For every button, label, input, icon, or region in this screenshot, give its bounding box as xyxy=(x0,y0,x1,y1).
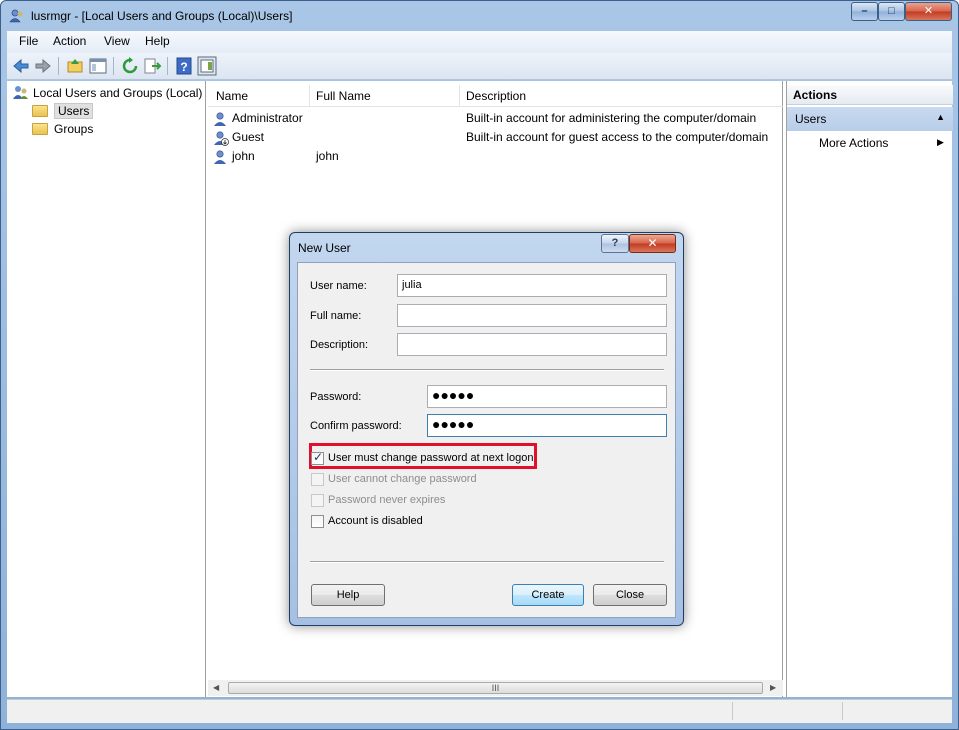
tree-item-groups[interactable]: Groups xyxy=(32,120,93,138)
column-divider[interactable] xyxy=(309,85,310,107)
title-bar[interactable]: lusrmgr - [Local Users and Groups (Local… xyxy=(1,1,958,31)
back-arrow-icon[interactable] xyxy=(11,56,31,76)
user-name-field[interactable]: julia xyxy=(397,274,667,297)
tree-root-label: Local Users and Groups (Local) xyxy=(33,86,203,100)
menu-file[interactable]: File xyxy=(19,34,38,48)
description-cell: Built-in account for administering the c… xyxy=(466,111,757,125)
user-name-cell: Guest xyxy=(232,130,265,144)
account-disabled-label[interactable]: Account is disabled xyxy=(328,515,423,527)
create-button[interactable]: Create xyxy=(512,584,584,606)
description-label: Description: xyxy=(310,339,369,351)
password-never-expires-label: Password never expires xyxy=(328,494,446,506)
password-never-expires-checkbox[interactable] xyxy=(311,494,324,507)
password-field[interactable]: ●●●●● xyxy=(427,385,667,408)
confirm-password-field[interactable]: ●●●●● xyxy=(427,414,667,437)
toolbar-separator xyxy=(113,57,114,75)
password-label: Password: xyxy=(310,391,362,403)
column-divider[interactable] xyxy=(459,85,460,107)
description-field[interactable] xyxy=(397,333,667,356)
actions-section-label: Users xyxy=(795,112,827,126)
collapse-up-icon[interactable]: ▲ xyxy=(936,112,945,122)
submenu-arrow-icon: ▶ xyxy=(937,137,944,147)
close-window-button[interactable]: ✕ xyxy=(905,2,952,21)
refresh-icon[interactable] xyxy=(120,56,140,76)
description-cell: Built-in account for guest access to the… xyxy=(466,130,769,144)
scroll-left-icon[interactable]: ◀ xyxy=(213,683,219,692)
actions-section-users[interactable]: Users ▲ xyxy=(787,107,953,131)
help-button[interactable]: Help xyxy=(311,584,385,606)
disabled-user-icon xyxy=(214,131,229,146)
scroll-right-icon[interactable]: ▶ xyxy=(770,683,776,692)
scrollbar-thumb[interactable]: III xyxy=(228,682,763,694)
horizontal-scrollbar[interactable]: ◀ III ▶ xyxy=(208,680,783,696)
svg-text:?: ? xyxy=(180,60,187,74)
actions-pane: Actions Users ▲ More Actions ▶ xyxy=(786,81,953,697)
new-user-dialog: New User ? ✕ User name: julia Full name:… xyxy=(289,232,684,626)
actions-header: Actions xyxy=(787,85,953,105)
users-group-icon xyxy=(13,86,28,99)
table-row[interactable]: john john xyxy=(208,147,783,166)
show-action-pane-icon[interactable] xyxy=(197,56,217,76)
export-list-icon[interactable] xyxy=(142,56,162,76)
table-row[interactable]: Administrator Built-in account for admin… xyxy=(208,109,783,128)
column-header-description[interactable]: Description xyxy=(466,89,526,103)
close-button[interactable]: Close xyxy=(593,584,667,606)
table-row[interactable]: Guest Built-in account for guest access … xyxy=(208,128,783,147)
column-header-full-name[interactable]: Full Name xyxy=(316,89,371,103)
status-bar xyxy=(7,699,952,723)
confirm-password-label: Confirm password: xyxy=(310,420,402,432)
must-change-password-label[interactable]: User must change password at next logon xyxy=(328,452,533,464)
full-name-cell: john xyxy=(316,149,339,163)
tree-item-users-label: Users xyxy=(54,103,94,119)
folder-icon xyxy=(32,105,48,117)
help-icon[interactable]: ? xyxy=(174,56,194,76)
menu-action[interactable]: Action xyxy=(53,34,86,48)
user-name-label: User name: xyxy=(310,280,367,292)
list-header: Name Full Name Description xyxy=(208,85,783,107)
menu-view[interactable]: View xyxy=(104,34,130,48)
tree-item-groups-label: Groups xyxy=(54,122,94,136)
divider xyxy=(310,369,664,371)
user-icon xyxy=(214,150,226,164)
dialog-close-button[interactable]: ✕ xyxy=(629,234,676,253)
full-name-label: Full name: xyxy=(310,310,362,322)
user-name-cell: Administrator xyxy=(232,111,303,125)
column-header-name[interactable]: Name xyxy=(216,89,248,103)
divider xyxy=(310,561,664,563)
must-change-password-checkbox[interactable] xyxy=(311,450,324,465)
up-folder-icon[interactable] xyxy=(65,56,85,76)
toolbar-separator xyxy=(167,57,168,75)
menu-bar: File Action View Help xyxy=(7,31,952,53)
window-title: lusrmgr - [Local Users and Groups (Local… xyxy=(31,9,293,23)
show-hide-tree-icon[interactable] xyxy=(88,56,108,76)
folder-icon xyxy=(32,123,48,135)
user-name-cell: john xyxy=(232,149,255,163)
status-divider xyxy=(842,702,843,720)
action-more-actions[interactable]: More Actions xyxy=(819,136,888,150)
account-disabled-checkbox[interactable] xyxy=(311,515,324,528)
menu-help[interactable]: Help xyxy=(145,34,170,48)
full-name-field[interactable] xyxy=(397,304,667,327)
tree-root[interactable]: Local Users and Groups (Local) xyxy=(13,84,202,102)
status-divider xyxy=(732,702,733,720)
toolbar-separator xyxy=(58,57,59,75)
minimize-button[interactable]: – xyxy=(851,2,878,21)
maximize-button[interactable]: □ xyxy=(878,2,905,21)
toolbar: ? xyxy=(7,53,952,80)
dialog-help-button[interactable]: ? xyxy=(601,234,629,253)
forward-arrow-icon[interactable] xyxy=(33,56,53,76)
dialog-body: User name: julia Full name: Description:… xyxy=(297,262,676,618)
users-app-icon xyxy=(9,9,23,23)
more-actions-label: More Actions xyxy=(819,136,889,150)
tree-pane: Local Users and Groups (Local) Users Gro… xyxy=(7,81,206,697)
cannot-change-password-label: User cannot change password xyxy=(328,473,477,485)
cannot-change-password-checkbox[interactable] xyxy=(311,473,324,486)
tree-item-users[interactable]: Users xyxy=(32,102,94,120)
user-icon xyxy=(214,112,226,126)
dialog-title: New User xyxy=(298,241,351,255)
